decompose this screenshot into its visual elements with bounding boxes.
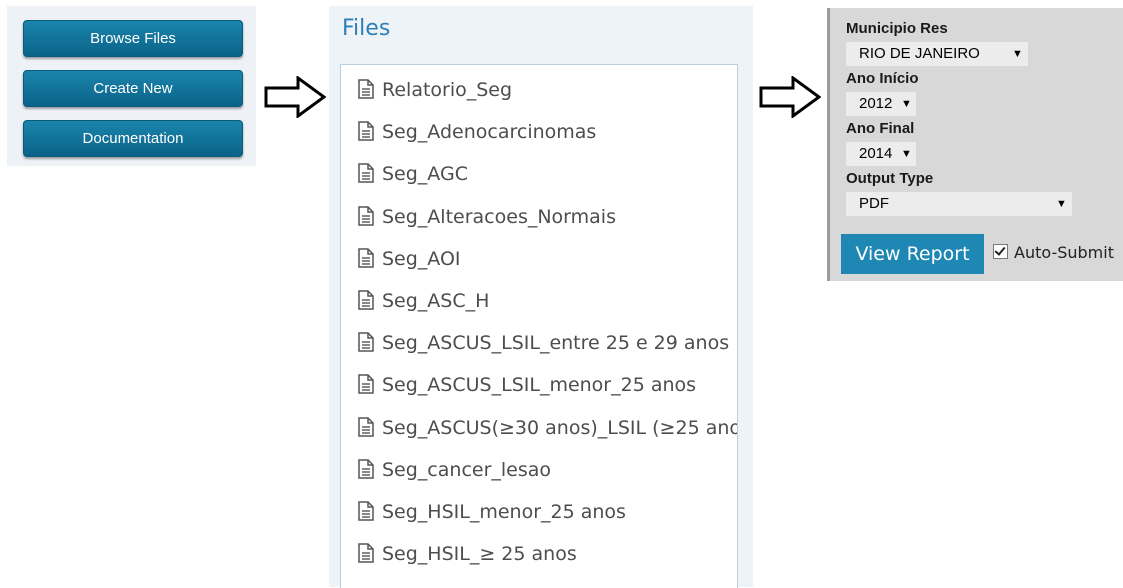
file-list-item[interactable]: Seg_Alteracoes_Normais — [357, 203, 616, 231]
file-name: Seg_ASC_H — [382, 290, 490, 312]
action-panel: Browse Files Create New Documentation — [7, 6, 256, 166]
file-name: Seg_AGC — [382, 163, 468, 186]
auto-submit-option[interactable]: Auto-Submit — [993, 242, 1114, 264]
file-list-item[interactable]: Seg_HSIL_menor_25 anos — [357, 498, 626, 526]
auto-submit-label: Auto-Submit — [1014, 243, 1114, 262]
file-list-item[interactable]: Seg_AOI — [357, 245, 461, 273]
file-list: Relatorio_Seg Seg_Adenocarcinomas Seg_AGC S… — [340, 64, 738, 588]
files-title: Files — [342, 16, 391, 41]
file-list-item[interactable]: Seg_cancer_lesao — [357, 456, 551, 484]
document-icon — [357, 163, 375, 184]
flow-arrow-icon — [759, 75, 822, 123]
municipio-select[interactable]: RIO DE JANEIRO ▼ — [846, 42, 1028, 66]
document-icon — [357, 248, 375, 268]
dropdown-caret-icon: ▼ — [1056, 198, 1067, 210]
dropdown-caret-icon: ▼ — [901, 98, 912, 110]
document-icon — [357, 459, 375, 479]
output-type-select[interactable]: PDF ▼ — [846, 192, 1072, 216]
file-name: Seg_cancer_lesao — [382, 458, 552, 481]
view-report-button[interactable]: View Report — [841, 234, 984, 274]
file-name: Seg_ASCUS_LSIL_entre 25 e 29 anos — [382, 332, 730, 355]
documentation-button[interactable]: Documentation — [23, 120, 243, 157]
document-icon — [357, 416, 375, 437]
ano-inicio-label: Ano Início — [846, 70, 919, 87]
output-type-label: Output Type — [846, 170, 934, 187]
file-list-item[interactable]: Seg_ASCUS_LSIL_entre 25 e 29 anos — [357, 329, 729, 357]
file-name: Seg_Adenocarcinomas — [382, 121, 597, 144]
document-icon — [357, 543, 375, 563]
document-icon — [357, 79, 375, 99]
file-list-item[interactable]: Relatorio_Seg — [357, 76, 512, 104]
dropdown-caret-icon: ▼ — [901, 148, 912, 160]
dropdown-caret-icon: ▼ — [1012, 48, 1023, 60]
browse-files-button[interactable]: Browse Files — [23, 20, 243, 57]
report-parameters-panel: Municipio Res RIO DE JANEIRO ▼ Ano Iníci… — [827, 8, 1123, 281]
ano-inicio-select[interactable]: 2012 ▼ — [846, 92, 916, 116]
document-icon — [357, 121, 375, 141]
ano-inicio-value: 2012 — [859, 95, 893, 112]
files-panel: Files Relatorio_Seg Seg_Adenocarcinomas Se… — [329, 6, 753, 588]
file-name: Seg_ASCUS(≥30 anos)_LSIL (≥25 anos) — [382, 416, 738, 439]
file-list-item[interactable]: Seg_HSIL_≥ 25 anos — [357, 540, 577, 568]
auto-submit-checkbox[interactable] — [993, 244, 1008, 259]
create-new-button[interactable]: Create New — [23, 70, 243, 107]
document-icon — [357, 374, 375, 395]
file-list-item[interactable]: Seg_ASC_H — [357, 287, 489, 315]
ano-final-label: Ano Final — [846, 120, 915, 137]
document-icon — [357, 205, 375, 226]
flow-arrow-icon — [264, 75, 327, 123]
document-icon — [357, 332, 375, 352]
file-list-item[interactable]: Seg_AGC — [357, 160, 468, 188]
municipio-value: RIO DE JANEIRO — [859, 45, 980, 62]
document-icon — [357, 290, 375, 310]
output-type-value: PDF — [859, 195, 889, 212]
file-name: Relatorio_Seg — [382, 79, 513, 101]
file-name: Seg_HSIL_≥ 25 anos — [382, 543, 577, 566]
document-icon — [357, 501, 375, 521]
file-list-item[interactable]: Seg_ASCUS_LSIL_menor_25 anos — [357, 371, 696, 399]
file-name: Seg_Alteracoes_Normais — [382, 205, 616, 228]
ano-final-select[interactable]: 2014 ▼ — [846, 142, 916, 166]
file-name: Seg_HSIL_menor_25 anos — [382, 501, 626, 523]
file-name: Seg_ASCUS_LSIL_menor_25 anos — [382, 374, 697, 397]
file-list-item[interactable]: Seg_Adenocarcinomas — [357, 118, 596, 146]
file-list-item[interactable]: Seg_ASCUS(≥30 anos)_LSIL (≥25 anos) — [357, 414, 738, 442]
municipio-label: Municipio Res — [846, 20, 948, 37]
ano-final-value: 2014 — [859, 145, 893, 162]
file-name: Seg_AOI — [382, 247, 461, 270]
